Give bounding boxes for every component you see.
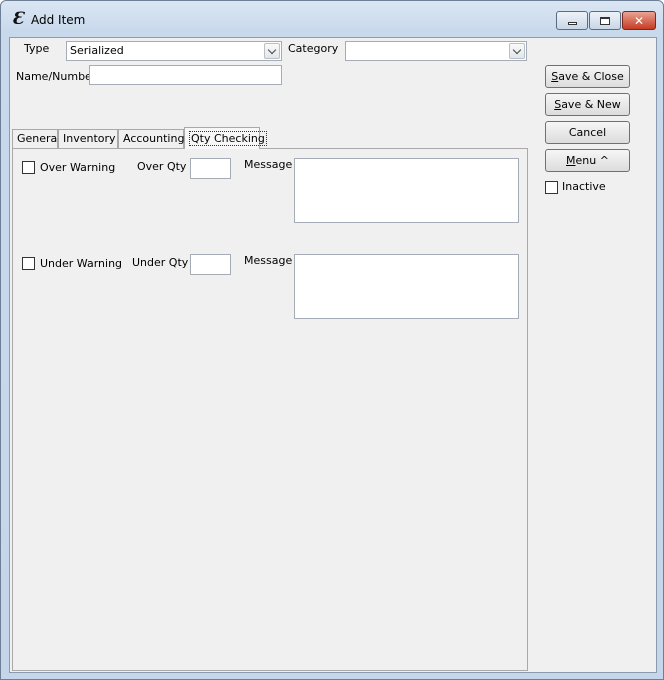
save-new-button[interactable]: Save & New [545, 93, 630, 116]
close-icon: ✕ [633, 13, 645, 28]
over-warning-label: Over Warning [40, 161, 116, 174]
type-dropdown-button[interactable] [264, 43, 280, 59]
inactive-checkbox[interactable] [545, 181, 558, 194]
under-warning-checkbox[interactable] [22, 257, 35, 270]
qty-checking-panel: Over Warning Over Qty Message Under Warn… [12, 148, 528, 671]
category-dropdown-button[interactable] [509, 43, 525, 59]
tab-accounting[interactable]: Accounting [118, 129, 184, 149]
type-value: Serialized [70, 44, 124, 57]
type-label: Type [24, 42, 50, 55]
maximize-icon [600, 16, 610, 25]
under-qty-label: Under Qty [132, 256, 189, 269]
menu-button[interactable]: Menu ^ [545, 149, 630, 172]
over-qty-label: Over Qty [137, 160, 187, 173]
cancel-button[interactable]: Cancel [545, 121, 630, 144]
under-message-textarea[interactable] [294, 254, 519, 319]
chevron-down-icon [512, 45, 522, 54]
window-title: Add Item [31, 13, 86, 27]
under-warning-label: Under Warning [40, 257, 123, 270]
chevron-down-icon [267, 45, 277, 54]
title-bar[interactable]: Ɛ Add Item ✕ [1, 1, 663, 37]
close-button[interactable]: ✕ [622, 11, 656, 30]
tab-inventory[interactable]: Inventory [58, 129, 118, 149]
category-combobox[interactable] [345, 41, 527, 61]
over-qty-input[interactable] [190, 158, 231, 179]
minimize-icon [567, 22, 577, 25]
minimize-button[interactable] [556, 11, 588, 30]
under-message-label: Message [244, 254, 293, 267]
add-item-window: Ɛ Add Item ✕ Type Serialized Category Na… [0, 0, 664, 680]
over-message-label: Message [244, 158, 293, 171]
dialog-body: Type Serialized Category Name/Number Gen… [9, 37, 657, 673]
type-combobox[interactable]: Serialized [66, 41, 282, 61]
tab-general[interactable]: General [12, 129, 60, 149]
name-number-label: Name/Number [16, 70, 97, 83]
app-icon: Ɛ [11, 9, 25, 29]
under-qty-input[interactable] [190, 254, 231, 275]
tab-qty-checking[interactable]: Qty Checking [184, 127, 267, 149]
inactive-label: Inactive [562, 180, 606, 193]
maximize-button[interactable] [589, 11, 621, 30]
over-warning-checkbox[interactable] [22, 161, 35, 174]
category-label: Category [288, 42, 339, 55]
save-close-button[interactable]: Save & Close [545, 65, 630, 88]
name-number-input[interactable] [89, 65, 282, 85]
over-message-textarea[interactable] [294, 158, 519, 223]
